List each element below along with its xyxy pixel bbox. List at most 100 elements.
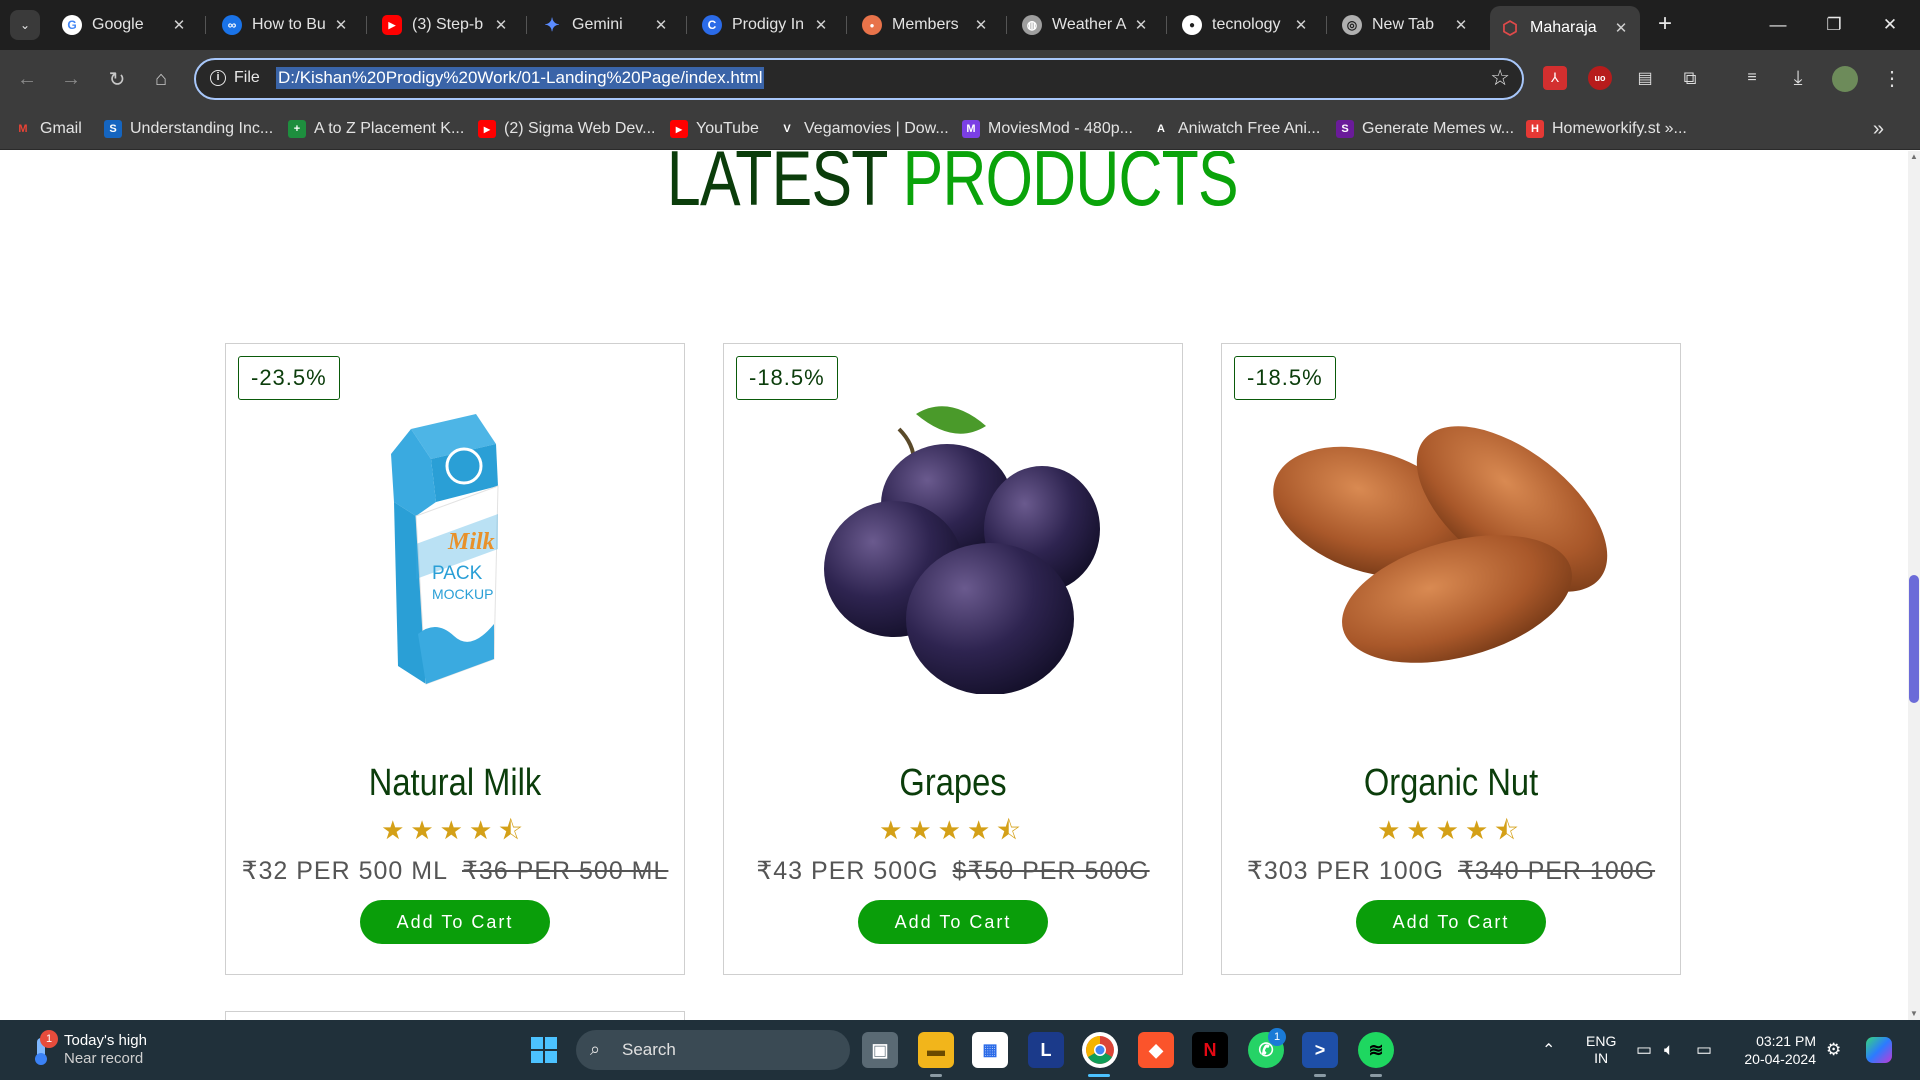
clock-date: 20-04-2024 [1744,1051,1816,1067]
puzzle-extensions-icon[interactable]: ⧉ [1678,66,1702,90]
copilot-icon[interactable] [1866,1020,1892,1080]
network-icon[interactable]: ▭ [1636,1020,1652,1080]
running-indicator [1370,1074,1382,1077]
star-rating-icon: ★★★★⯪ [381,815,529,845]
add-to-cart-button[interactable]: Add To Cart [360,900,550,944]
printer-extension-icon[interactable]: ▤ [1633,66,1657,90]
chrome-icon: ◎ [1342,15,1362,35]
bookmark-sigma[interactable]: ▶ (2) Sigma Web Dev... [478,118,655,140]
tab-members[interactable]: ● Members ✕ [852,8,1000,42]
add-to-cart-button[interactable]: Add To Cart [1356,900,1546,944]
globe-icon: ◍ [1022,15,1042,35]
file-explorer-icon[interactable]: ▬ [918,1032,954,1068]
close-window-button[interactable]: ✕ [1862,0,1918,50]
new-tab-button[interactable]: + [1652,12,1678,38]
scrollbar-thumb[interactable] [1909,575,1919,703]
bookmark-gmail[interactable]: M Gmail [14,118,81,140]
milk-mockup-text: MOCKUP [432,586,493,602]
battery-icon[interactable]: ▭ [1696,1020,1712,1080]
gemini-icon: ✦ [544,14,560,35]
chrome-taskbar-icon[interactable] [1082,1032,1118,1068]
bookmark-youtube[interactable]: ▶ YouTube [670,118,759,140]
tab-title: Maharaja [1530,19,1597,36]
home-icon: ⌂ [154,67,168,90]
kebab-menu-icon[interactable]: ⋮ [1880,66,1904,90]
bookmark-vegamovies[interactable]: V Vegamovies | Dow... [778,118,948,140]
product-price: ₹43 PER 500G $₹50 PER 500G [724,856,1182,886]
address-bar[interactable]: i File D:/Kishan%20Prodigy%20Work/01-Lan… [194,58,1524,100]
old-price: ₹340 PER 100G [1458,857,1656,885]
tab-title: tecnology [1212,16,1281,33]
weather-widget[interactable]: 1 Today's high Near record [24,1030,224,1070]
brave-icon[interactable]: ◆ [1138,1032,1174,1068]
tab-prodigy[interactable]: C Prodigy In ✕ [692,8,840,42]
add-to-cart-button[interactable]: Add To Cart [858,900,1048,944]
close-icon[interactable]: ✕ [332,16,350,34]
tab-how-to-build[interactable]: ∞ How to Bu ✕ [212,8,360,42]
scroll-down-icon[interactable]: ▼ [1910,1010,1918,1018]
restore-button[interactable]: ❐ [1806,0,1862,50]
windows-taskbar: 1 Today's high Near record ⌕ Search ▣ ▬ … [0,1020,1920,1080]
old-price: $₹50 PER 500G [952,857,1150,885]
tab-separator [686,16,687,34]
close-icon[interactable]: ✕ [652,16,670,34]
more-bookmarks-icon[interactable]: » [1873,118,1884,141]
acrobat-extension-icon[interactable]: ⅄ [1543,66,1567,90]
bookmark-star-icon[interactable]: ☆ [1490,65,1510,91]
bookmark-understanding[interactable]: S Understanding Inc... [104,118,273,140]
bookmark-aniwatch[interactable]: A Aniwatch Free Ani... [1152,118,1320,140]
l-app-icon[interactable]: L [1028,1032,1064,1068]
close-icon[interactable]: ✕ [972,16,990,34]
notification-icon[interactable]: ⚙ [1826,1020,1841,1080]
tab-search-button[interactable]: ⌄ [10,10,40,40]
section-title: LATEST PRODUCTS [209,151,1695,224]
volume-icon[interactable]: 🔈︎ [1664,1020,1674,1080]
bookmark-placement[interactable]: + A to Z Placement K... [288,118,464,140]
close-icon[interactable]: ✕ [1132,16,1150,34]
close-icon[interactable]: ✕ [1452,16,1470,34]
scroll-up-icon[interactable]: ▲ [1910,153,1918,161]
download-icon[interactable]: ⤓ [1786,66,1810,90]
back-button[interactable]: ← [12,64,42,94]
profile-avatar[interactable] [1832,66,1858,92]
forward-button[interactable]: → [56,64,86,94]
tab-google[interactable]: G Google ✕ [52,8,198,42]
close-icon[interactable]: ✕ [1292,16,1310,34]
bookmark-moviesmod[interactable]: M MoviesMod - 480p... [962,118,1133,140]
url-text[interactable]: D:/Kishan%20Prodigy%20Work/01-Landing%20… [276,67,765,89]
close-icon[interactable]: ✕ [492,16,510,34]
ublock-extension-icon[interactable]: uo [1588,66,1612,90]
moviesmod-icon: M [962,120,980,138]
product-name: Grapes [899,762,1007,804]
taskbar-search[interactable]: ⌕ Search [576,1030,850,1070]
minimize-button[interactable]: — [1750,0,1806,50]
close-icon[interactable]: ✕ [812,16,830,34]
bookmark-label: (2) Sigma Web Dev... [504,120,656,137]
language-indicator[interactable]: ENG IN [1586,1020,1616,1080]
close-icon[interactable]: ✕ [170,16,188,34]
bookmark-homeworkify[interactable]: H Homeworkify.st »... [1526,118,1687,140]
tab-new-tab[interactable]: ◎ New Tab ✕ [1332,8,1480,42]
info-icon[interactable]: i [210,70,226,86]
tray-overflow-icon[interactable]: ⌃ [1542,1020,1555,1080]
ms-store-icon[interactable]: ▦ [972,1032,1008,1068]
bookmarks-bar: M Gmail S Understanding Inc... + A to Z Pla… [0,108,1920,150]
powershell-icon[interactable]: > [1302,1032,1338,1068]
reload-button[interactable]: ↻ [102,64,132,94]
spotify-icon[interactable]: ≋ [1358,1032,1394,1068]
tab-title: Gemini [572,16,623,33]
home-button[interactable]: ⌂ [146,64,176,94]
close-icon[interactable]: ✕ [1612,19,1630,37]
bookmark-memes[interactable]: S Generate Memes w... [1336,118,1514,140]
tab-weather[interactable]: ◍ Weather A ✕ [1012,8,1160,42]
page-scrollbar[interactable]: ▲ ▼ [1908,151,1920,1020]
task-view-icon[interactable]: ▣ [862,1032,898,1068]
netflix-icon[interactable]: N [1192,1032,1228,1068]
tab-maharaja-active[interactable]: ⬡ Maharaja ✕ [1490,6,1640,50]
tab-youtube-step[interactable]: ▶ (3) Step-b ✕ [372,8,520,42]
windows-start-button[interactable] [526,1032,562,1068]
tab-gemini[interactable]: ✦ Gemini ✕ [532,8,680,42]
tab-github[interactable]: ● tecnology ✕ [1172,8,1320,42]
clock[interactable]: 03:21 PM 20-04-2024 [1736,1020,1816,1080]
reading-list-icon[interactable]: ≡ [1740,66,1764,90]
